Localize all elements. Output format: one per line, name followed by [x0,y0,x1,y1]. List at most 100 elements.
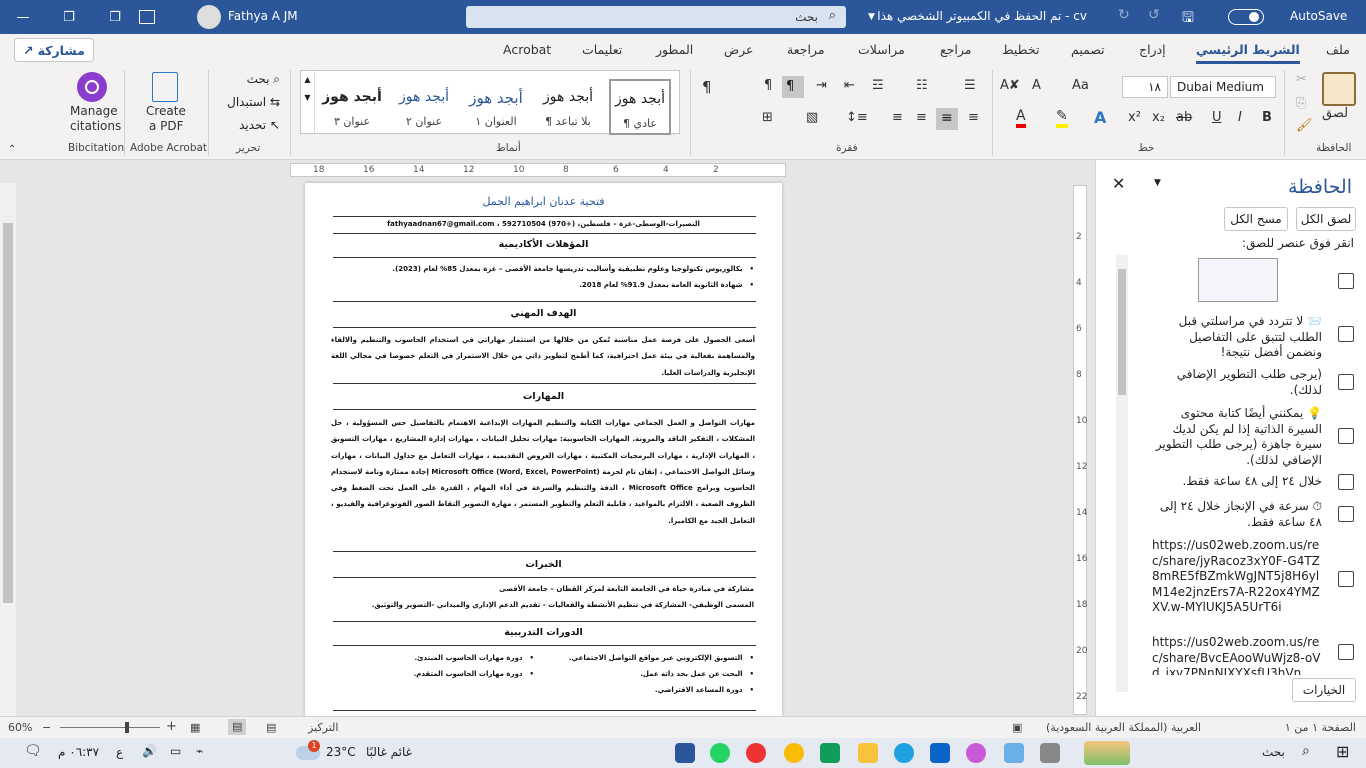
find-button[interactable]: ⌕ بحث [218,72,280,88]
chevron-down-icon[interactable]: ▼ [1154,178,1161,188]
web-layout-icon[interactable]: ▤ [266,721,276,734]
font-color-icon[interactable]: A [1016,108,1026,128]
highlight-icon[interactable]: ✎ [1056,108,1068,128]
change-case-icon[interactable]: Aa [1072,78,1089,93]
style-heading-2[interactable]: أبجد هوز عنوان ٢ [393,79,455,135]
styles-scroll[interactable]: ▲ ▼ [301,71,315,133]
clip-item[interactable]: https://us02web.zoom.us/rec/share/jyRaco… [1152,538,1322,626]
ribbon-display-button[interactable]: ❐ [92,0,138,34]
rtl-direction-button[interactable]: ¶ [782,76,804,98]
zoom-level[interactable]: 60% [8,721,32,734]
widgets-icon[interactable] [1084,741,1130,765]
text-effects-icon[interactable]: A [1094,108,1106,127]
collapse-ribbon-icon[interactable]: ⌃ [8,144,16,155]
font-grow-icon[interactable]: A [1032,78,1041,93]
zoom-out-icon[interactable]: − [42,721,51,734]
redo-icon[interactable]: ↻ [1118,7,1130,23]
maximize-button[interactable]: ❐ [46,0,92,34]
create-label[interactable]: Create [146,104,186,118]
left-scrollbar[interactable] [0,183,16,716]
share-button[interactable]: ↗ مشاركة [14,38,94,62]
zoom-slider-thumb[interactable] [125,722,129,733]
copy-icon[interactable]: ⎘ [1296,96,1306,111]
paste-label[interactable]: لصق [1322,106,1348,121]
tab-view[interactable]: عرض [724,42,753,57]
word-app-icon[interactable] [675,743,695,763]
style-heading-3[interactable]: أبجد هوز عنوان ٣ [321,79,383,135]
search-input[interactable]: بحث ⌕ [466,6,846,28]
avatar[interactable] [197,5,221,29]
format-painter-icon[interactable]: 🖌 [1296,118,1313,133]
tab-mailings[interactable]: مراسلات [858,42,905,57]
clip-item[interactable]: ⏱ سرعة في الإنجاز خلال ٢٤ إلى ٤٨ ساعة فق… [1152,499,1322,530]
language-status[interactable]: العربية (المملكة العربية السعودية) [1046,721,1201,734]
zoom-slider[interactable] [60,727,160,728]
paste-icon[interactable] [1322,72,1356,106]
print-layout-button[interactable]: ▤ [228,719,246,735]
windows-start-icon[interactable]: ⊞ [1336,742,1349,761]
keyboard-language[interactable]: ع [116,745,123,759]
autosave-toggle[interactable] [1228,9,1264,25]
undo-icon[interactable]: ↺ [1148,7,1160,23]
weather-desc[interactable]: غائم غالبًا [366,745,412,759]
superscript-icon[interactable]: x² [1128,110,1141,125]
search-icon[interactable]: ⌕ [1302,743,1310,759]
align-right-icon[interactable]: ≡ [968,110,979,125]
zoom-in-icon[interactable]: + [166,719,177,734]
bibcitation-icon[interactable] [77,72,107,102]
sheets-icon[interactable] [820,743,840,763]
clip-thumbnail[interactable] [1198,258,1278,302]
font-name-select[interactable]: Dubai Medium [1170,76,1276,98]
multilevel-list-icon[interactable]: ☲ [872,78,884,93]
cut-icon[interactable]: ✂ [1296,72,1307,87]
options-button[interactable]: الخيارات [1292,678,1356,702]
tab-references[interactable]: مراجع [940,42,971,57]
style-no-spacing[interactable]: أبجد هوز ¶ بلا تباعد [537,79,599,135]
clear-all-button[interactable]: مسح الكل [1224,207,1288,231]
replace-button[interactable]: ⇆ استبدال [218,95,280,111]
font-size-select[interactable]: ١٨ [1122,76,1168,98]
tab-layout[interactable]: تخطيط [1002,42,1039,57]
chrome-profile-icon[interactable] [784,743,804,763]
chrome-icon[interactable] [746,743,766,763]
subscript-icon[interactable]: x₂ [1152,110,1165,125]
paste-all-button[interactable]: لصق الكل [1296,207,1356,231]
close-icon[interactable]: ✕ [1112,174,1125,193]
tab-file[interactable]: ملف [1326,42,1350,57]
borders-icon[interactable]: ⊞ [762,110,773,125]
select-button[interactable]: ↖ تحديد [218,118,280,134]
justify-button[interactable]: ≡ [936,108,958,130]
file-explorer-icon[interactable] [858,743,878,763]
tab-acrobat[interactable]: Acrobat [503,42,551,57]
create-pdf-icon[interactable] [152,72,178,102]
bold-icon[interactable]: B [1262,110,1272,125]
chevron-down-icon[interactable]: ▼ [868,12,875,22]
style-heading-1[interactable]: أبجد هوز العنوان ١ [465,79,527,135]
scroll-thumb[interactable] [3,223,13,603]
pdf-label[interactable]: a PDF [149,119,184,133]
minimize-button[interactable]: — [0,0,46,34]
battery-icon[interactable]: ▭ [170,744,181,758]
copilot-icon[interactable] [966,743,986,763]
document-page[interactable]: فتحية عدنان ابراهيم الجمل النصيرات-الوسط… [305,183,782,716]
italic-icon[interactable]: I [1238,110,1242,125]
tab-home[interactable]: الشريط الرئيسي [1196,42,1300,64]
network-icon[interactable]: ⌁ [196,744,203,758]
increase-indent-icon[interactable]: ⇥ [816,78,827,93]
taskbar-search-label[interactable]: بحث [1262,745,1285,759]
tab-insert[interactable]: إدراج [1139,42,1166,57]
focus-mode[interactable]: التركيز [308,721,338,734]
clock[interactable]: ٠٦:٣٧ م [58,745,99,759]
pane-scrollbar[interactable] [1116,255,1128,692]
clip-item[interactable]: 💡 يمكنني أيضًا كتابة محتوى السيرة الذاتي… [1152,406,1322,468]
clip-item[interactable]: https://us02web.zoom.us/rec/share/BvcEAo… [1152,635,1322,675]
accessibility-icon[interactable]: ▣ [1012,721,1022,734]
underline-icon[interactable]: U [1212,110,1222,125]
clip-item[interactable]: خلال ٢٤ إلى ٤٨ ساعة فقط. [1152,474,1322,490]
align-left-icon[interactable]: ≡ [892,110,903,125]
style-normal[interactable]: أبجد هوز ¶ عادي [609,79,671,135]
ltr-direction-icon[interactable]: ¶ [764,78,772,93]
notification-icon[interactable]: 🗨 [24,743,42,759]
outlook-icon[interactable] [930,743,950,763]
strikethrough-icon[interactable]: ab [1176,110,1192,125]
